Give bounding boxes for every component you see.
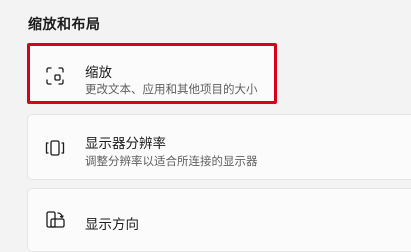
scale-description: 更改文本、应用和其他项目的大小 xyxy=(85,82,258,96)
scale-icon xyxy=(46,67,64,85)
resolution-description: 调整分辨率以适合所连接的显示器 xyxy=(85,154,258,168)
scale-setting-card[interactable]: 缩放 更改文本、应用和其他项目的大小 xyxy=(27,43,277,104)
resolution-title: 显示器分辨率 xyxy=(85,136,166,152)
scale-title: 缩放 xyxy=(85,65,112,81)
display-resolution-card[interactable]: 显示器分辨率 调整分辨率以适合所连接的显示器 xyxy=(27,114,411,180)
display-orientation-card[interactable]: 显示方向 xyxy=(27,188,411,252)
orientation-title: 显示方向 xyxy=(85,217,139,233)
orientation-icon xyxy=(46,211,65,228)
resolution-icon xyxy=(45,140,65,156)
section-title: 缩放和布局 xyxy=(28,17,101,33)
